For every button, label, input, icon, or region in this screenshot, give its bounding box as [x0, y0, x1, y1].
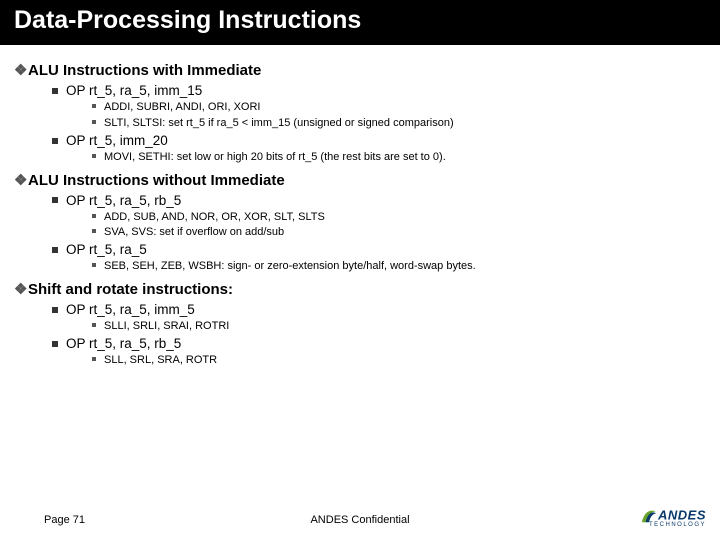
- op-detail: SEB, SEH, ZEB, WSBH: sign- or zero-exten…: [92, 259, 706, 274]
- square-icon: [52, 88, 58, 94]
- op-signature: OP rt_5, ra_5: [52, 242, 706, 257]
- dot-icon: [92, 154, 96, 158]
- dot-icon: [92, 323, 96, 327]
- op-detail: SVA, SVS: set if overflow on add/sub: [92, 225, 706, 240]
- page-number: Page 71: [44, 514, 85, 526]
- dot-icon: [92, 357, 96, 361]
- logo-tech: TECHNOLOGY: [640, 522, 706, 528]
- dot-icon: [92, 120, 96, 124]
- op-signature: OP rt_5, ra_5, rb_5: [52, 336, 706, 351]
- dot-icon: [92, 263, 96, 267]
- slide-title: Data-Processing Instructions: [0, 0, 720, 45]
- square-icon: [52, 247, 58, 253]
- op-detail: MOVI, SETHI: set low or high 20 bits of …: [92, 150, 706, 165]
- logo-name: ANDES: [658, 508, 706, 523]
- confidential-label: ANDES Confidential: [310, 514, 409, 526]
- op-detail: SLTI, SLTSI: set rt_5 if ra_5 < imm_15 (…: [92, 116, 706, 131]
- op-signature: OP rt_5, ra_5, imm_5: [52, 302, 706, 317]
- section-heading: ❖ALU Instructions with Immediate: [14, 61, 706, 79]
- dot-icon: [92, 229, 96, 233]
- diamond-icon: ❖: [14, 61, 22, 79]
- op-signature: OP rt_5, ra_5, rb_5: [52, 193, 706, 208]
- square-icon: [52, 307, 58, 313]
- op-signature: OP rt_5, imm_20: [52, 133, 706, 148]
- op-detail: ADD, SUB, AND, NOR, OR, XOR, SLT, SLTS: [92, 210, 706, 225]
- square-icon: [52, 197, 58, 203]
- slide-content: ❖ALU Instructions with Immediate OP rt_5…: [0, 45, 720, 368]
- dot-icon: [92, 104, 96, 108]
- section-heading: ❖ALU Instructions without Immediate: [14, 171, 706, 189]
- dot-icon: [92, 214, 96, 218]
- op-detail: ADDI, SUBRI, ANDI, ORI, XORI: [92, 100, 706, 115]
- square-icon: [52, 341, 58, 347]
- diamond-icon: ❖: [14, 171, 22, 189]
- op-detail: SLL, SRL, SRA, ROTR: [92, 353, 706, 368]
- diamond-icon: ❖: [14, 280, 22, 298]
- section-heading: ❖Shift and rotate instructions:: [14, 280, 706, 298]
- andes-logo: ANDES TECHNOLOGY: [640, 506, 706, 528]
- square-icon: [52, 138, 58, 144]
- op-signature: OP rt_5, ra_5, imm_15: [52, 83, 706, 98]
- op-detail: SLLI, SRLI, SRAI, ROTRI: [92, 319, 706, 334]
